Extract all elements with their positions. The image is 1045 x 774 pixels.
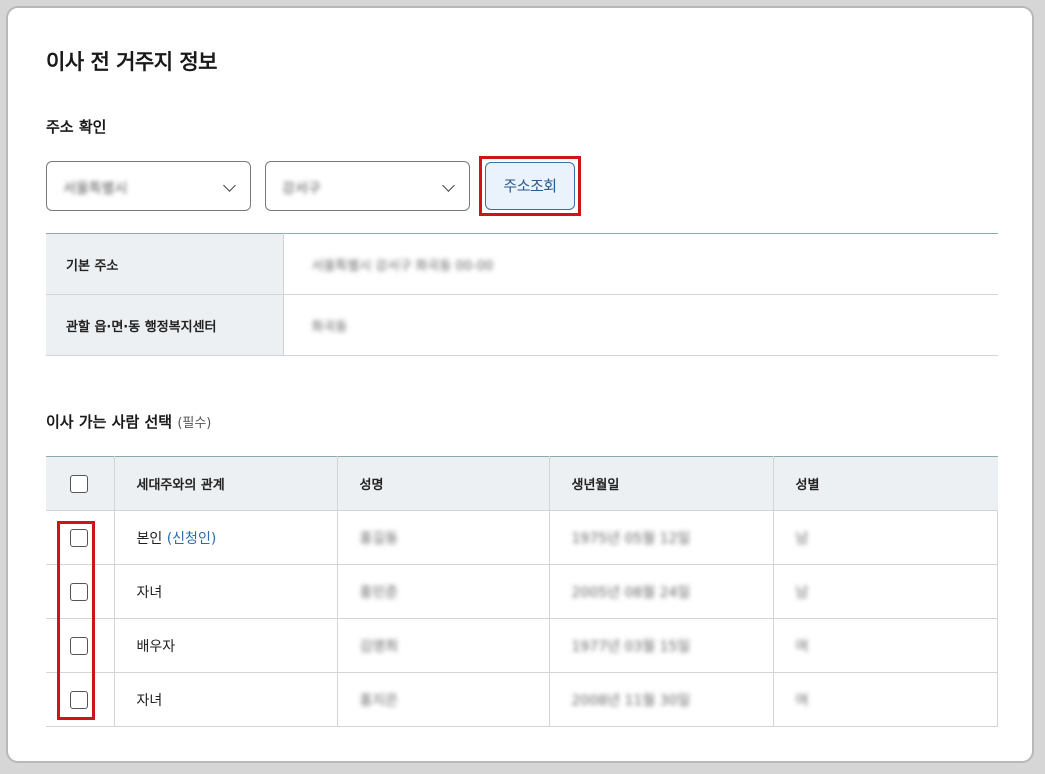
birth-date: 1975년 05월 12일 — [571, 530, 691, 547]
table-row: 자녀 홍지은 2008년 11월 30일 여 — [46, 672, 998, 727]
column-header: 세대주와의 관계 — [114, 456, 338, 511]
row-checkbox[interactable] — [70, 528, 89, 547]
select-all-checkbox[interactable] — [70, 474, 89, 493]
basic-address-value: 서울특별시 강서구 화곡동 00-00 — [311, 258, 494, 274]
gender: 여 — [795, 638, 809, 655]
row-checkbox[interactable] — [70, 582, 89, 601]
row-checkbox[interactable] — [70, 636, 89, 655]
community-center-value: 화곡동 — [311, 319, 348, 335]
table-header-row: 세대주와의 관계 성명 생년월일 성별 — [46, 456, 998, 511]
table-row: 기본 주소 서울특별시 강서구 화곡동 00-00 — [46, 233, 998, 295]
people-section-title: 이사 가는 사람 선택 (필수) — [46, 411, 211, 432]
city-select-value: 서울특별시 — [63, 181, 128, 197]
address-table: 기본 주소 서울특별시 강서구 화곡동 00-00 관할 읍·면·동 행정복지센… — [46, 233, 998, 356]
basic-address-label: 기본 주소 — [46, 233, 284, 295]
people-table: 세대주와의 관계 성명 생년월일 성별 본인 (신청인) 홍길동 1975년 0… — [46, 456, 998, 727]
address-search-button[interactable]: 주소조회 — [485, 162, 575, 210]
person-name: 김영희 — [359, 638, 399, 655]
district-select-value: 강서구 — [282, 181, 321, 197]
page-title: 이사 전 거주지 정보 — [46, 50, 218, 74]
gender: 남 — [795, 530, 809, 547]
relation: 자녀 — [136, 584, 163, 601]
column-header: 생년월일 — [549, 456, 774, 511]
birth-date: 2008년 11월 30일 — [571, 692, 691, 709]
person-name: 홍지은 — [359, 692, 399, 709]
person-name: 홍길동 — [359, 530, 399, 547]
gender: 여 — [795, 692, 809, 709]
relation: 자녀 — [136, 692, 163, 709]
table-row: 관할 읍·면·동 행정복지센터 화곡동 — [46, 294, 998, 356]
applicant-note: (신청인) — [166, 530, 217, 547]
column-header: 성명 — [337, 456, 550, 511]
gender: 남 — [795, 584, 809, 601]
birth-date: 1977년 03월 15일 — [571, 638, 691, 655]
person-name: 홍민준 — [359, 584, 399, 601]
relation: 배우자 — [136, 638, 176, 655]
city-select[interactable]: 서울특별시 — [46, 161, 251, 211]
chevron-down-icon — [223, 179, 236, 192]
address-section-title: 주소 확인 — [46, 118, 107, 136]
table-row: 자녀 홍민준 2005년 08월 24일 남 — [46, 564, 998, 619]
chevron-down-icon — [442, 179, 455, 192]
people-section-title-text: 이사 가는 사람 선택 — [46, 413, 173, 431]
column-header: 성별 — [773, 456, 998, 511]
table-row: 배우자 김영희 1977년 03월 15일 여 — [46, 618, 998, 673]
birth-date: 2005년 08월 24일 — [571, 584, 691, 601]
table-row: 본인 (신청인) 홍길동 1975년 05월 12일 남 — [46, 510, 998, 565]
required-note: (필수) — [177, 416, 212, 431]
row-checkbox[interactable] — [70, 690, 89, 709]
community-center-label: 관할 읍·면·동 행정복지센터 — [46, 294, 284, 356]
district-select[interactable]: 강서구 — [265, 161, 470, 211]
relation: 본인 — [136, 530, 163, 547]
